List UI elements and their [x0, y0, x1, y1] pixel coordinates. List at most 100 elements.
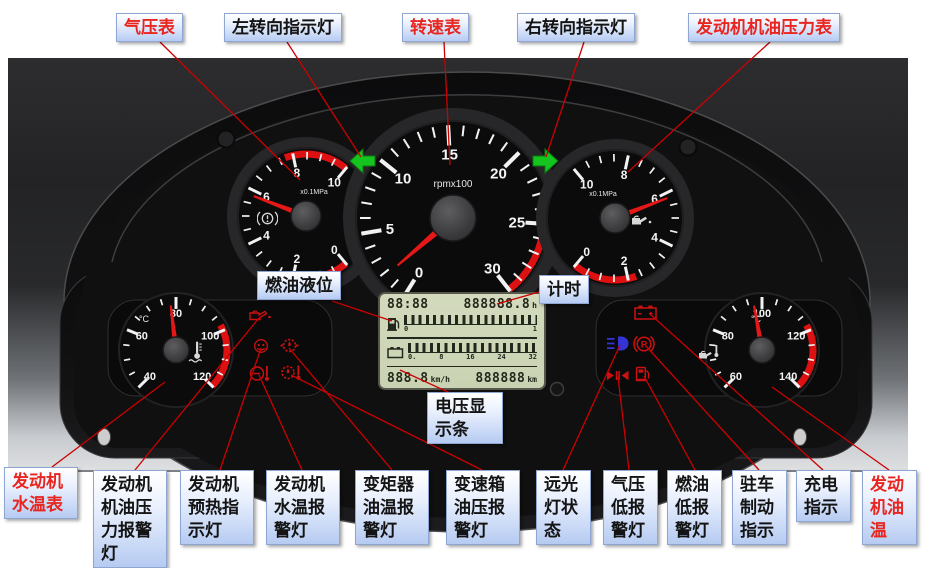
gauge-tick-label: 8: [621, 168, 628, 182]
callout-charge-indicator: 充电 指示: [796, 470, 851, 522]
lcd-hour-unit: h: [532, 302, 537, 310]
gauge-hub: [291, 201, 321, 231]
callout-right-turn-indicator: 右转向指示灯: [517, 13, 635, 42]
gauge-tick: [124, 359, 130, 360]
gauge-tick: [222, 359, 228, 360]
gauge-tick: [123, 345, 129, 346]
brake-warning-icon: [257, 210, 278, 227]
callout-fuel-low-warning: 燃油 低报 警灯: [667, 470, 722, 545]
lcd-odometer-unit: km: [527, 376, 537, 384]
screw-hole: [680, 139, 697, 156]
trip-reset-knob: [551, 383, 564, 396]
callout-air-pressure-gauge: 气压表: [116, 13, 183, 42]
fuel-scale-max: 1: [533, 325, 537, 333]
callout-transmission-oil-pressure-warning: 变速箱 油压报 警灯: [446, 470, 520, 545]
gauge-unit-label: °C: [139, 314, 150, 324]
callout-torque-converter-oil-temp-warning: 变矩器 油温报 警灯: [355, 470, 429, 545]
gauge-tick-label: 120: [193, 371, 211, 383]
gauge-tick-label: 0: [331, 243, 338, 257]
gauge-tick-label: 10: [328, 175, 342, 189]
lcd-odometer: 888888: [475, 372, 525, 385]
gauge-tick-label: 4: [651, 230, 658, 244]
callout-engine-oil-temp: 发动 机油 温: [862, 470, 917, 545]
gauge-unit-label: rpmx100: [434, 179, 473, 190]
gauge-tick-label: 2: [294, 252, 301, 266]
engine-oil-pressure-warning-icon: [248, 307, 272, 323]
gauge-tick-label: 8: [294, 166, 301, 180]
gauge-hub: [600, 203, 630, 233]
callout-engine-water-temp-gauge: 发动机 水温表: [4, 467, 78, 519]
transmission-oil-pressure-warning-icon: [279, 363, 302, 382]
gauge-tick: [809, 345, 815, 346]
screw-hole: [794, 429, 807, 446]
screw-hole: [218, 131, 235, 148]
lcd-speed-unit: km/h: [431, 376, 450, 384]
gauge-unit-label: x0.1MPa: [300, 189, 328, 196]
oil-pressure-gauge: 0246810x0.1MPa: [541, 144, 689, 292]
gauge-tick-label: 2: [621, 254, 628, 268]
parking-letter: P: [641, 339, 648, 350]
gauge-tick-label: 15: [441, 146, 458, 163]
callout-parking-brake-indicator: 驻车 制动 指示: [732, 470, 787, 545]
gauge-hub: [430, 195, 476, 241]
gauge-unit-label: x0.1MPa: [589, 191, 617, 198]
lcd-divider: [387, 366, 537, 368]
callout-voltage-bar: 电压显 示条: [427, 392, 503, 444]
volt-tick: 16: [466, 353, 474, 361]
volt-tick: 24: [497, 353, 505, 361]
callout-air-pressure-low-warning: 气压 低报 警灯: [603, 470, 658, 545]
callout-engine-oil-pressure-warning: 发动机 机油压 力报警 灯: [93, 470, 167, 568]
battery-icon: [387, 346, 404, 359]
gauge-tick: [463, 126, 464, 137]
coolant-thermometer-icon: [188, 340, 206, 364]
gauge-tick-label: 60: [136, 331, 148, 343]
volt-tick: 32: [529, 353, 537, 361]
volt-tick: 0.: [408, 353, 416, 361]
fuel-pump-icon: [387, 316, 400, 332]
gauge-tick-label: 120: [787, 331, 805, 343]
torque-converter-oil-temp-warning-icon: [279, 336, 300, 355]
oil-temp-gauge: 6080100120140°C: [705, 293, 819, 407]
callout-high-beam-status: 远光 灯状 态: [536, 470, 591, 545]
fuel-level-bargraph: 0 1: [404, 315, 537, 333]
callout-left-turn-indicator: 左转向指示灯: [224, 13, 342, 42]
lcd-hour-meter: 888888.8: [464, 298, 531, 311]
voltage-bargraph: 0. 8 16 24 32: [408, 343, 537, 361]
oil-can-icon: [630, 213, 653, 227]
gauge-tick-label: 4: [263, 228, 270, 242]
gauge-hub: [749, 337, 775, 363]
gauge-tick-label: 30: [484, 261, 501, 278]
engine-preheat-icon: [252, 338, 271, 355]
gauge-tick-label: 0: [415, 265, 423, 282]
gauge-tick-label: 60: [730, 371, 742, 383]
engine-water-temp-warning-icon: [249, 364, 271, 383]
lcd-speed: 888.8: [387, 372, 429, 385]
air-pressure-low-icon: [605, 366, 630, 385]
gauge-tick: [448, 125, 449, 145]
tachometer: 0 5 10 15 20 25 30 rpmx100: [349, 114, 557, 322]
gauge-tick-label: 80: [722, 331, 734, 343]
callout-hour-meter: 计时: [539, 275, 589, 304]
callout-engine-oil-pressure-gauge: 发动机机油压力表: [688, 13, 840, 42]
instrument-cluster-diagram: 0246810x0.1MPa 051015202530rpmx100 02468…: [0, 0, 937, 564]
fuel-low-icon: [634, 364, 652, 383]
lcd-divider: [387, 337, 537, 339]
gauge-tick-label: 20: [490, 165, 507, 182]
gauge-hub: [163, 337, 189, 363]
screw-hole: [98, 429, 111, 446]
gauge-tick-label: 140: [779, 371, 797, 383]
gauge-tick: [223, 345, 229, 346]
gauge-tick-label: 25: [509, 214, 526, 231]
callout-tachometer: 转速表: [402, 13, 469, 42]
gauge-tick-label: 0: [583, 245, 590, 259]
parking-brake-icon: P: [633, 333, 655, 355]
callout-fuel-level: 燃油液位: [257, 271, 341, 300]
gauge-tick-label: 40: [144, 371, 156, 383]
gauge-tick-label: 5: [386, 221, 394, 238]
water-temp-gauge: 406080100120°C: [119, 293, 233, 407]
lcd-display: 88:88 888888.8 h 0 1: [378, 292, 546, 390]
gauge-tick: [808, 359, 814, 360]
charge-battery-icon: [633, 303, 658, 321]
gauge-tick-label: 10: [395, 170, 412, 187]
gauge-tick-label: 10: [580, 177, 594, 191]
